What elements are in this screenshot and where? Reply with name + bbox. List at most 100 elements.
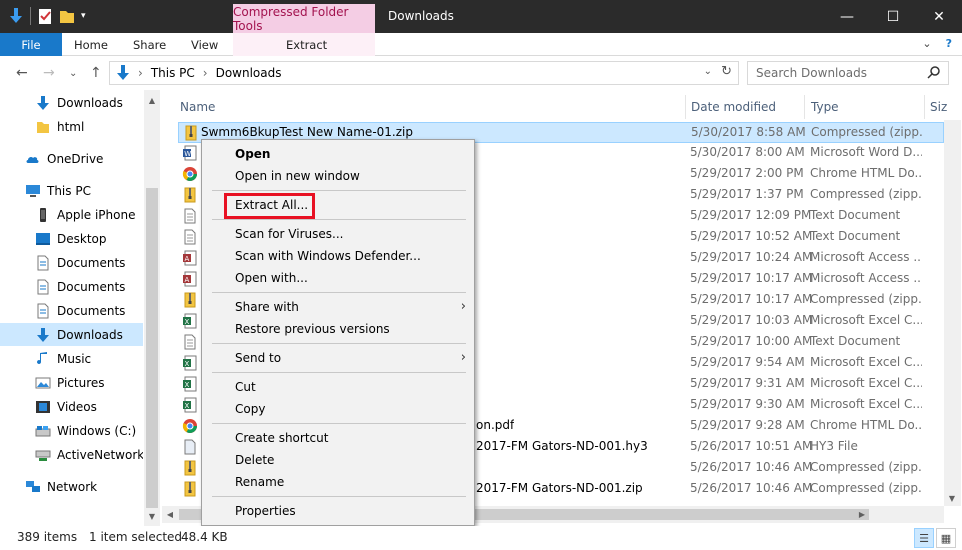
sidebar-item-onedrive[interactable]: OneDrive — [0, 147, 143, 170]
menu-item-create-shortcut[interactable]: Create shortcut — [202, 427, 474, 449]
menu-item-delete[interactable]: Delete — [202, 449, 474, 471]
menu-item-properties[interactable]: Properties — [202, 500, 474, 522]
sidebar-item-documents[interactable]: Documents — [0, 275, 143, 298]
column-header-date[interactable]: Date modified — [691, 95, 776, 119]
sidebar-item-documents[interactable]: Documents — [0, 251, 143, 274]
column-divider[interactable] — [924, 95, 925, 119]
excel-icon: X — [182, 313, 197, 329]
file-date: 5/29/2017 10:03 AM — [690, 313, 813, 327]
menu-item-label: Rename — [235, 475, 285, 489]
up-button[interactable]: ↑ — [90, 65, 102, 81]
sidebar-item-apple-iphone[interactable]: Apple iPhone — [0, 203, 143, 226]
large-icons-view-button[interactable]: ▦ — [936, 528, 956, 548]
sidebar-item-music[interactable]: Music — [0, 347, 143, 370]
minimize-button[interactable]: — — [824, 0, 870, 33]
customize-toolbar-icon[interactable]: ▾ — [81, 11, 86, 21]
menu-item-rename[interactable]: Rename — [202, 471, 474, 493]
close-button[interactable]: ✕ — [916, 0, 962, 33]
tab-home[interactable]: Home — [74, 33, 108, 56]
search-input[interactable]: Search Downloads — [747, 61, 949, 85]
back-button[interactable]: ← — [16, 65, 28, 81]
column-header-name[interactable]: Name — [180, 95, 215, 119]
sidebar-item-windows-c[interactable]: Windows (C:) — [0, 419, 143, 442]
sidebar-item-this-pc[interactable]: This PC — [0, 179, 143, 202]
column-header-type[interactable]: Type — [811, 95, 839, 119]
sidebar-item-label: Desktop — [57, 231, 107, 246]
drive-icon — [35, 423, 51, 439]
sidebar-item-downloads[interactable]: Downloads — [0, 323, 143, 346]
zip-icon — [182, 460, 196, 476]
address-dropdown-icon[interactable]: ⌄ — [704, 66, 712, 77]
network-drive-icon — [35, 447, 51, 463]
sidebar-item-activenetwork-d[interactable]: ActiveNetwork D — [0, 443, 143, 466]
scroll-left-icon[interactable]: ◀ — [162, 506, 178, 522]
svg-text:A: A — [185, 255, 190, 263]
menu-item-open-with[interactable]: Open with... — [202, 267, 474, 289]
details-view-button[interactable]: ☰ — [914, 528, 934, 548]
sidebar-item-network[interactable]: Network — [0, 475, 143, 498]
scroll-right-icon[interactable]: ▶ — [854, 506, 870, 522]
excel-icon: X — [182, 355, 197, 371]
recent-locations-button[interactable]: ⌄ — [69, 68, 77, 79]
file-list-vertical-scrollbar[interactable]: ▼ — [944, 120, 961, 506]
menu-item-label: Share with — [235, 300, 299, 314]
properties-icon[interactable] — [37, 7, 53, 25]
column-divider[interactable] — [804, 95, 805, 119]
scroll-up-icon[interactable]: ▲ — [144, 92, 160, 108]
menu-item-send-to[interactable]: Send to › — [202, 347, 474, 369]
menu-item-open[interactable]: Open — [202, 143, 474, 165]
download-arrow-icon[interactable] — [8, 7, 24, 25]
new-folder-icon[interactable] — [59, 7, 75, 25]
nav-scrollbar[interactable]: ▲ ▼ — [144, 90, 160, 526]
item-count: 389 items — [17, 530, 78, 544]
sidebar-item-pictures[interactable]: Pictures — [0, 371, 143, 394]
file-date: 5/29/2017 10:17 AM — [690, 292, 813, 306]
menu-item-cut[interactable]: Cut — [202, 376, 474, 398]
ribbon-collapse-icon[interactable]: ⌄ — [922, 37, 931, 50]
documents-icon — [35, 303, 51, 319]
menu-item-scan-with-windows-defender[interactable]: Scan with Windows Defender... — [202, 245, 474, 267]
excel-icon: X — [182, 397, 197, 413]
file-date: 5/29/2017 10:52 AM — [690, 229, 813, 243]
documents-icon — [35, 279, 51, 295]
sidebar-item-downloads[interactable]: Downloads — [0, 91, 143, 114]
sidebar-item-videos[interactable]: Videos — [0, 395, 143, 418]
menu-item-share-with[interactable]: Share with › — [202, 296, 474, 318]
file-date: 5/29/2017 9:31 AM — [690, 376, 805, 390]
address-bar[interactable]: › This PC › Downloads ⌄ ↻ — [109, 61, 739, 85]
menu-item-scan-for-viruses[interactable]: Scan for Viruses... — [202, 223, 474, 245]
file-type: Chrome HTML Do... — [810, 418, 922, 432]
menu-item-copy[interactable]: Copy — [202, 398, 474, 420]
file-date: 5/29/2017 10:00 AM — [690, 334, 813, 348]
chrome-icon — [182, 166, 197, 182]
excel-icon: X — [182, 376, 197, 392]
breadcrumb-downloads[interactable]: Downloads — [216, 66, 282, 80]
nav-scroll-thumb[interactable] — [146, 188, 158, 508]
forward-button[interactable]: → — [43, 65, 55, 81]
help-icon[interactable]: ? — [946, 37, 952, 50]
menu-item-restore-previous-versions[interactable]: Restore previous versions — [202, 318, 474, 340]
file-date: 5/29/2017 2:00 PM — [690, 166, 804, 180]
search-icon[interactable] — [927, 65, 941, 79]
tab-file[interactable]: File — [0, 33, 62, 56]
file-type: Microsoft Excel C... — [810, 376, 922, 390]
tab-view[interactable]: View — [191, 33, 218, 56]
column-header-size[interactable]: Siz — [930, 95, 947, 119]
svg-text:X: X — [185, 402, 190, 410]
menu-item-open-in-new-window[interactable]: Open in new window — [202, 165, 474, 187]
scroll-down-icon[interactable]: ▼ — [944, 490, 960, 506]
scroll-down-icon[interactable]: ▼ — [144, 508, 160, 524]
tab-extract[interactable]: Extract — [286, 33, 327, 56]
menu-item-label: Restore previous versions — [235, 322, 390, 336]
sidebar-item-label: Windows (C:) — [57, 423, 137, 438]
sidebar-item-documents[interactable]: Documents — [0, 299, 143, 322]
sidebar-item-html[interactable]: html — [0, 115, 143, 138]
column-divider[interactable] — [685, 95, 686, 119]
sidebar-item-label: Documents — [57, 279, 126, 294]
sidebar-item-desktop[interactable]: Desktop — [0, 227, 143, 250]
breadcrumb-this-pc[interactable]: This PC — [151, 66, 195, 80]
refresh-icon[interactable]: ↻ — [721, 64, 732, 79]
file-type: Microsoft Access ... — [810, 271, 922, 285]
tab-share[interactable]: Share — [133, 33, 166, 56]
maximize-button[interactable]: ☐ — [870, 0, 916, 33]
